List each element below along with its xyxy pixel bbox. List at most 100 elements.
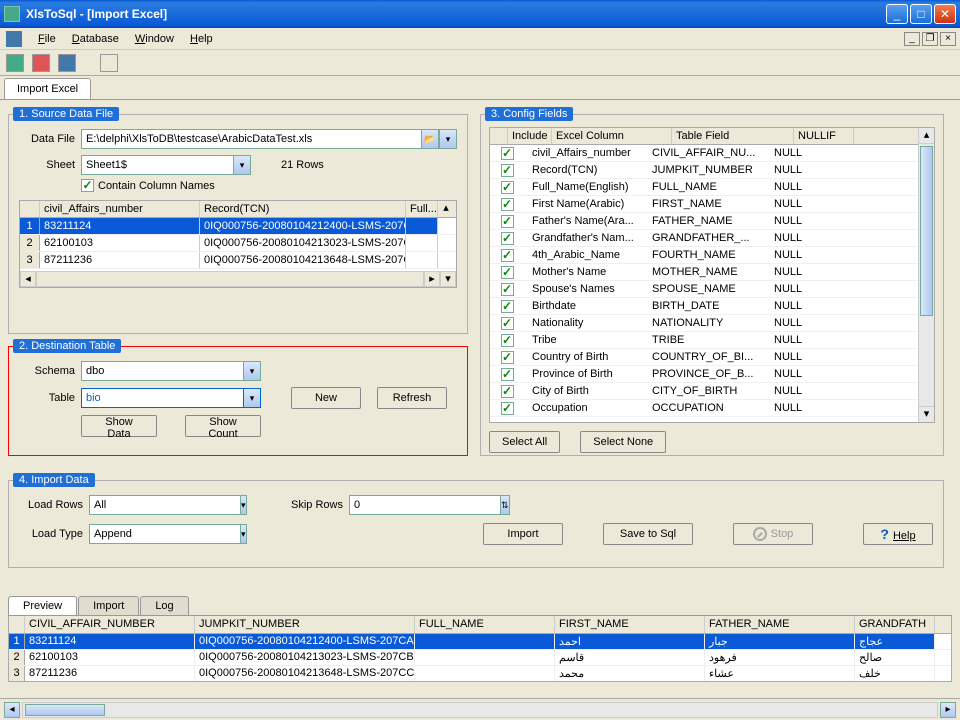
- preview-col[interactable]: FULL_NAME: [415, 616, 555, 633]
- source-col-rownum[interactable]: [20, 201, 40, 217]
- include-checkbox[interactable]: ✓: [501, 249, 514, 262]
- datafile-dropdown[interactable]: ▾: [439, 129, 457, 149]
- hscroll-right[interactable]: ▸: [940, 702, 956, 718]
- config-row[interactable]: ✓OccupationOCCUPATIONNULL: [490, 400, 918, 417]
- load-rows-dropdown[interactable]: ▾: [240, 495, 247, 515]
- source-row[interactable]: 1832111240IQ000756-20080104212400-LSMS-2…: [20, 218, 456, 235]
- menu-database[interactable]: Database: [64, 31, 127, 47]
- preview-col[interactable]: FIRST_NAME: [555, 616, 705, 633]
- config-row[interactable]: ✓Grandfather's Nam...GRANDFATHER_...NULL: [490, 230, 918, 247]
- toolbar-btn-1[interactable]: [6, 54, 24, 72]
- show-data-button[interactable]: Show Data: [81, 415, 157, 437]
- preview-col[interactable]: FATHER_NAME: [705, 616, 855, 633]
- include-checkbox[interactable]: ✓: [501, 147, 514, 160]
- skip-rows-stepper[interactable]: ⇅: [500, 495, 510, 515]
- load-type-input[interactable]: [89, 524, 240, 544]
- preview-row[interactable]: 1832111240IQ000756-20080104212400-LSMS-2…: [9, 634, 951, 650]
- include-checkbox[interactable]: ✓: [501, 368, 514, 381]
- select-none-button[interactable]: Select None: [580, 431, 666, 453]
- include-checkbox[interactable]: ✓: [501, 198, 514, 211]
- source-col-2[interactable]: Record(TCN): [200, 201, 406, 217]
- source-row[interactable]: 2621001030IQ000756-20080104213023-LSMS-2…: [20, 235, 456, 252]
- close-button[interactable]: ✕: [934, 4, 956, 24]
- config-row[interactable]: ✓First Name(Arabic)FIRST_NAMENULL: [490, 196, 918, 213]
- source-col-1[interactable]: civil_Affairs_number: [40, 201, 200, 217]
- sheet-input[interactable]: [81, 155, 233, 175]
- source-row[interactable]: 3872112360IQ000756-20080104213648-LSMS-2…: [20, 252, 456, 269]
- config-row[interactable]: ✓Full_Name(English)FULL_NAMENULL: [490, 179, 918, 196]
- include-checkbox[interactable]: ✓: [501, 266, 514, 279]
- new-button[interactable]: New: [291, 387, 361, 409]
- import-button[interactable]: Import: [483, 523, 563, 545]
- skip-rows-input[interactable]: [349, 495, 500, 515]
- source-col-3[interactable]: Full...: [406, 201, 438, 217]
- load-type-dropdown[interactable]: ▾: [240, 524, 247, 544]
- config-row[interactable]: ✓civil_Affairs_numberCIVIL_AFFAIR_NU...N…: [490, 145, 918, 162]
- toolbar-btn-3[interactable]: [58, 54, 76, 72]
- table-input[interactable]: [81, 388, 243, 408]
- include-checkbox[interactable]: ✓: [501, 385, 514, 398]
- hscroll-left[interactable]: ◂: [4, 702, 20, 718]
- mdi-close[interactable]: ×: [940, 32, 956, 46]
- include-checkbox[interactable]: ✓: [501, 164, 514, 177]
- config-row[interactable]: ✓TribeTRIBENULL: [490, 332, 918, 349]
- config-row[interactable]: ✓NationalityNATIONALITYNULL: [490, 315, 918, 332]
- source-hscroll-left[interactable]: ◂: [20, 271, 36, 287]
- source-hscroll-right[interactable]: ▸: [424, 271, 440, 287]
- config-row[interactable]: ✓City of BirthCITY_OF_BIRTHNULL: [490, 383, 918, 400]
- save-to-sql-button[interactable]: Save to Sql: [603, 523, 693, 545]
- tab-import-excel[interactable]: Import Excel: [4, 78, 91, 99]
- preview-col[interactable]: CIVIL_AFFAIR_NUMBER: [25, 616, 195, 633]
- config-row[interactable]: ✓4th_Arabic_NameFOURTH_NAMENULL: [490, 247, 918, 264]
- select-all-button[interactable]: Select All: [489, 431, 560, 453]
- datafile-browse-button[interactable]: 📂: [421, 129, 439, 149]
- mdi-restore[interactable]: ❐: [922, 32, 938, 46]
- menu-window[interactable]: Window: [127, 31, 182, 47]
- show-count-button[interactable]: Show Count: [185, 415, 261, 437]
- schema-input[interactable]: [81, 361, 243, 381]
- include-checkbox[interactable]: ✓: [501, 317, 514, 330]
- tab-preview[interactable]: Preview: [8, 596, 77, 615]
- tab-log[interactable]: Log: [140, 596, 188, 615]
- menu-help[interactable]: Help: [182, 31, 221, 47]
- toolbar-btn-4[interactable]: [100, 54, 118, 72]
- hscroll-track[interactable]: [22, 702, 938, 718]
- include-checkbox[interactable]: ✓: [501, 232, 514, 245]
- include-checkbox[interactable]: ✓: [501, 351, 514, 364]
- preview-col[interactable]: JUMPKIT_NUMBER: [195, 616, 415, 633]
- preview-col[interactable]: GRANDFATH: [855, 616, 935, 633]
- load-rows-input[interactable]: [89, 495, 240, 515]
- schema-dropdown[interactable]: ▾: [243, 361, 261, 381]
- cfg-col-excel[interactable]: Excel Column: [552, 128, 672, 144]
- include-checkbox[interactable]: ✓: [501, 334, 514, 347]
- table-dropdown[interactable]: ▾: [243, 388, 261, 408]
- include-checkbox[interactable]: ✓: [501, 402, 514, 415]
- include-checkbox[interactable]: ✓: [501, 283, 514, 296]
- source-scroll-down[interactable]: ▾: [440, 271, 456, 287]
- minimize-button[interactable]: _: [886, 4, 908, 24]
- preview-row[interactable]: 3872112360IQ000756-20080104213648-LSMS-2…: [9, 666, 951, 682]
- config-row[interactable]: ✓Record(TCN)JUMPKIT_NUMBERNULL: [490, 162, 918, 179]
- preview-row[interactable]: 2621001030IQ000756-20080104213023-LSMS-2…: [9, 650, 951, 666]
- datafile-input[interactable]: [81, 129, 421, 149]
- config-row[interactable]: ✓Father's Name(Ara...FATHER_NAMENULL: [490, 213, 918, 230]
- include-checkbox[interactable]: ✓: [501, 215, 514, 228]
- help-button[interactable]: ?Help: [863, 523, 933, 545]
- menu-file[interactable]: FFileile: [30, 31, 64, 47]
- source-scroll-up[interactable]: ▴: [438, 201, 454, 217]
- cfg-scrollbar[interactable]: ▴ ▾: [918, 128, 934, 422]
- maximize-button[interactable]: □: [910, 4, 932, 24]
- toolbar-btn-2[interactable]: [32, 54, 50, 72]
- cfg-col-nullif[interactable]: NULLIF: [794, 128, 854, 144]
- include-checkbox[interactable]: ✓: [501, 300, 514, 313]
- tab-import[interactable]: Import: [78, 596, 139, 615]
- cfg-col-checkbox[interactable]: [490, 128, 508, 144]
- include-checkbox[interactable]: ✓: [501, 181, 514, 194]
- refresh-button[interactable]: Refresh: [377, 387, 447, 409]
- config-row[interactable]: ✓BirthdateBIRTH_DATENULL: [490, 298, 918, 315]
- cfg-col-field[interactable]: Table Field: [672, 128, 794, 144]
- config-row[interactable]: ✓Country of BirthCOUNTRY_OF_BI...NULL: [490, 349, 918, 366]
- config-row[interactable]: ✓Province of BirthPROVINCE_OF_B...NULL: [490, 366, 918, 383]
- contain-column-names-checkbox[interactable]: ✓: [81, 179, 94, 192]
- config-row[interactable]: ✓Spouse's NamesSPOUSE_NAMENULL: [490, 281, 918, 298]
